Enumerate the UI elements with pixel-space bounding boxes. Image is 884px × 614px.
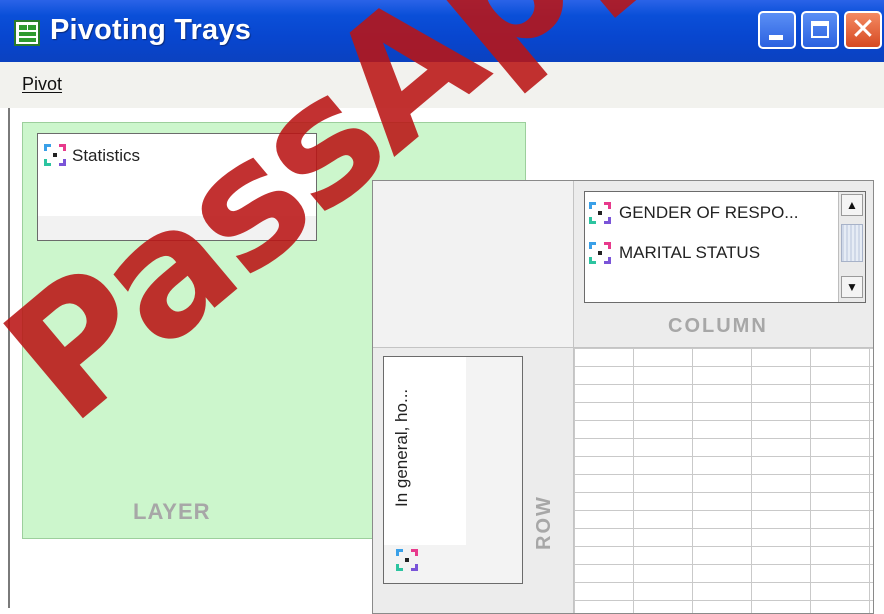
maximize-button[interactable] — [801, 11, 839, 49]
column-scrollbar[interactable]: ▲ ▼ — [838, 192, 865, 302]
minimize-button[interactable] — [758, 11, 796, 49]
row-tray[interactable]: In general, ho... ROW — [373, 348, 574, 613]
scroll-down-icon[interactable]: ▼ — [841, 276, 863, 298]
scroll-up-icon[interactable]: ▲ — [841, 194, 863, 216]
row-label: ROW — [533, 495, 555, 550]
pivot-frame: GENDER OF RESPO... MARITAL STATUS ▲ ▼ CO… — [372, 180, 874, 614]
app-icon — [14, 20, 40, 46]
layer-label: LAYER — [133, 499, 211, 524]
column-item-gender[interactable]: GENDER OF RESPO... — [619, 203, 798, 223]
window-edge — [8, 108, 10, 608]
close-button[interactable]: ✕ — [844, 11, 882, 49]
layer-list[interactable]: Statistics — [37, 133, 317, 241]
close-icon: ✕ — [850, 13, 876, 46]
layer-list-strip — [38, 216, 316, 240]
scroll-thumb[interactable] — [841, 224, 863, 262]
menu-item-pivot[interactable]: Pivot — [22, 74, 62, 95]
maximize-icon — [811, 21, 829, 38]
column-list[interactable]: GENDER OF RESPO... MARITAL STATUS ▲ ▼ — [584, 191, 866, 303]
window-title: Pivoting Trays — [50, 14, 252, 46]
layer-item-statistics[interactable]: Statistics — [72, 146, 140, 166]
minimize-icon — [769, 35, 783, 40]
title-bar: Pivoting Trays ✕ — [0, 0, 884, 62]
pivot-icon[interactable] — [396, 549, 418, 571]
pivot-icon[interactable] — [589, 202, 611, 224]
menu-item-pivot-label: Pivot — [22, 74, 63, 94]
data-grid — [574, 348, 873, 613]
column-label: COLUMN — [668, 315, 768, 337]
client-area: Statistics LAYER GENDER OF RESPO... MARI… — [0, 0, 884, 614]
row-item-in-general[interactable]: In general, ho... — [392, 389, 412, 507]
column-item-marital-status[interactable]: MARITAL STATUS — [619, 243, 760, 263]
pivot-icon[interactable] — [44, 144, 66, 166]
column-tray[interactable]: GENDER OF RESPO... MARITAL STATUS ▲ ▼ CO… — [574, 181, 873, 348]
row-list[interactable]: In general, ho... — [383, 356, 523, 584]
menu-bar: Pivot — [0, 62, 884, 109]
corner-cell — [373, 181, 574, 348]
pivot-icon[interactable] — [589, 242, 611, 264]
